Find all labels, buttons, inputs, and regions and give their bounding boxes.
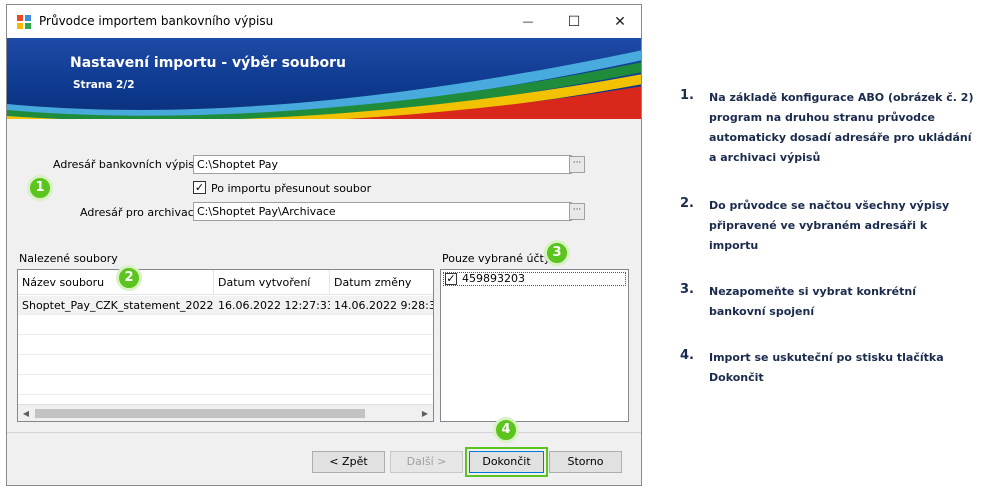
minimize-icon: — (522, 15, 534, 28)
move-after-import-label[interactable]: Po importu přesunout soubor (211, 182, 371, 195)
maximize-icon: ☐ (567, 13, 581, 30)
banner-subtitle: Strana 2/2 (73, 79, 135, 91)
finish-button[interactable]: Dokončit (469, 451, 544, 473)
badge-1: 1 (27, 175, 53, 201)
table-row-empty (18, 356, 433, 375)
note-text: Nezapomeňte si vybrat konkrétní bankovní… (709, 285, 916, 318)
badge-2: 2 (116, 265, 142, 291)
table-row-empty (18, 336, 433, 355)
badge-3: 3 (544, 240, 570, 266)
files-grid-header: Název souboru Datum vytvoření Datum změn… (18, 270, 433, 295)
banner-title: Nastavení importu - výběr souboru (70, 55, 347, 71)
scroll-thumb[interactable] (35, 409, 365, 418)
badge-4: 4 (493, 417, 519, 443)
table-row-empty (18, 316, 433, 335)
table-row-empty (18, 376, 433, 395)
files-grid[interactable]: Název souboru Datum vytvoření Datum změn… (17, 269, 434, 422)
note-number: 1. (680, 88, 694, 103)
wizard-banner: Nastavení importu - výběr souboru Strana… (7, 38, 641, 119)
found-files-label: Nalezené soubory (19, 252, 118, 265)
accounts-list[interactable]: ✓ 459893203 (440, 269, 629, 422)
table-row[interactable]: Shoptet_Pay_CZK_statement_2022... 16.06.… (18, 296, 433, 315)
note-text: Do průvodce se načtou všechny výpisy při… (709, 199, 950, 252)
archive-dir-input[interactable]: C:\Shoptet Pay\Archivace (193, 202, 572, 221)
footer-divider (7, 432, 641, 433)
archive-dir-label: Adresář pro archivaci (80, 206, 197, 219)
note-number: 4. (680, 348, 694, 363)
files-grid-hscrollbar[interactable]: ◀ ▶ (18, 404, 433, 421)
list-item[interactable]: ✓ 459893203 (443, 272, 626, 286)
cell-modified: 14.06.2022 9:28:39 (334, 299, 434, 312)
note-text: Import se uskuteční po stisku tlačítka D… (709, 351, 944, 384)
account-number: 459893203 (462, 272, 525, 285)
cell-created: 16.06.2022 12:27:33 (218, 299, 330, 312)
cancel-button[interactable]: Storno (549, 451, 622, 473)
note-number: 2. (680, 196, 694, 211)
archive-dir-browse-button[interactable]: ··· (569, 203, 585, 220)
move-after-import-checkbox[interactable]: ✓ (193, 181, 206, 194)
next-button[interactable]: Další > (390, 451, 463, 473)
column-header-modified[interactable]: Datum změny (330, 270, 433, 295)
close-button[interactable]: ✕ (597, 5, 643, 38)
scroll-left-icon[interactable]: ◀ (18, 406, 34, 421)
close-icon: ✕ (614, 13, 626, 30)
scroll-right-icon[interactable]: ▶ (417, 406, 433, 421)
app-icon (17, 15, 31, 29)
minimize-button[interactable]: — (505, 5, 551, 38)
column-header-created[interactable]: Datum vytvoření (214, 270, 330, 295)
statement-dir-browse-button[interactable]: ··· (569, 156, 585, 173)
note-number: 3. (680, 282, 694, 297)
title-bar[interactable]: Průvodce importem bankovního výpisu — ☐ … (7, 5, 641, 38)
statement-dir-label: Adresář bankovních výpisů (53, 158, 202, 171)
note-text: Na základě konfigurace ABO (obrázek č. 2… (709, 91, 974, 164)
window-title: Průvodce importem bankovního výpisu (39, 14, 274, 28)
selected-accounts-label: Pouze vybrané účty (442, 252, 551, 265)
wizard-content: Adresář bankovních výpisů C:\Shoptet Pay… (7, 119, 641, 433)
back-button[interactable]: < Zpět (312, 451, 385, 473)
statement-dir-input[interactable]: C:\Shoptet Pay (193, 155, 572, 174)
cell-filename: Shoptet_Pay_CZK_statement_2022... (22, 299, 214, 312)
account-checkbox[interactable]: ✓ (445, 273, 457, 285)
maximize-button[interactable]: ☐ (551, 5, 597, 38)
import-wizard-window: Průvodce importem bankovního výpisu — ☐ … (6, 4, 642, 486)
